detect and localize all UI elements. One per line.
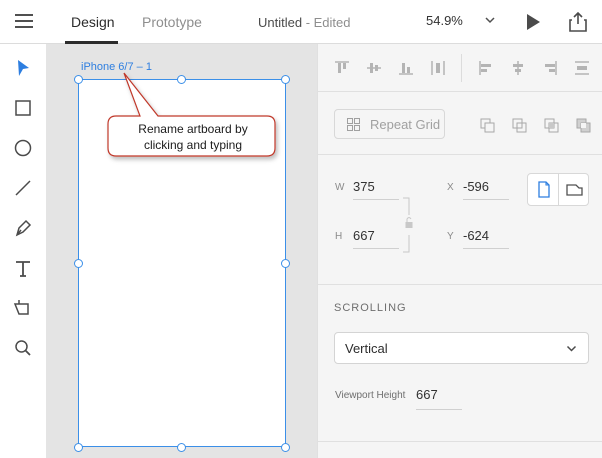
text-tool-icon[interactable] bbox=[12, 257, 34, 279]
viewport-height-label: Viewport Height bbox=[335, 390, 406, 401]
repeat-grid-button[interactable]: Repeat Grid bbox=[334, 109, 445, 139]
portrait-icon[interactable] bbox=[528, 174, 559, 205]
resize-handle-bottom-center[interactable] bbox=[177, 443, 186, 452]
boolean-add-icon[interactable] bbox=[480, 118, 496, 134]
boolean-exclude-icon[interactable] bbox=[576, 118, 592, 134]
align-toolbar bbox=[318, 44, 602, 92]
zoom-level[interactable]: 54.9% bbox=[426, 13, 463, 28]
geometry-section: W 375 H 667 X -596 Y -624 bbox=[318, 155, 602, 285]
boolean-subtract-icon[interactable] bbox=[512, 118, 528, 134]
callout-line-1: Rename artboard by bbox=[138, 122, 248, 136]
document-status: - Edited bbox=[302, 15, 351, 30]
callout-line-2: clicking and typing bbox=[143, 138, 243, 152]
viewport-height-field[interactable]: 667 bbox=[416, 387, 462, 410]
align-middle-icon[interactable] bbox=[366, 60, 382, 76]
align-center-icon[interactable] bbox=[510, 60, 526, 76]
resize-handle-middle-left[interactable] bbox=[74, 259, 83, 268]
height-label: H bbox=[335, 231, 343, 242]
select-tool-icon[interactable] bbox=[12, 57, 34, 79]
line-tool-icon[interactable] bbox=[12, 177, 34, 199]
height-field[interactable]: 667 bbox=[353, 228, 399, 249]
lock-aspect-icon[interactable] bbox=[403, 197, 415, 253]
width-label: W bbox=[335, 182, 345, 193]
align-divider bbox=[461, 54, 462, 82]
zoom-tool-icon[interactable] bbox=[12, 337, 34, 359]
tab-prototype[interactable]: Prototype bbox=[142, 14, 202, 30]
share-icon[interactable] bbox=[568, 11, 588, 33]
boolean-intersect-icon[interactable] bbox=[544, 118, 560, 134]
rectangle-tool-icon[interactable] bbox=[12, 97, 34, 119]
scrolling-heading: SCROLLING bbox=[334, 302, 407, 314]
chevron-down-icon[interactable] bbox=[484, 14, 496, 26]
y-label: Y bbox=[447, 231, 454, 242]
align-top-icon[interactable] bbox=[334, 60, 350, 76]
callout-text: Rename artboard by clicking and typing bbox=[112, 121, 274, 153]
chevron-down-icon bbox=[566, 345, 577, 352]
landscape-icon[interactable] bbox=[559, 174, 590, 205]
document-name: Untitled bbox=[258, 15, 303, 30]
tools-toolbar bbox=[0, 44, 47, 458]
play-icon[interactable] bbox=[523, 12, 543, 32]
distribute-horizontal-icon[interactable] bbox=[430, 60, 446, 76]
resize-handle-middle-right[interactable] bbox=[281, 259, 290, 268]
property-inspector: Repeat Grid W 375 H 667 X -596 Y -624 SC… bbox=[317, 44, 602, 458]
x-label: X bbox=[447, 182, 454, 193]
repeat-grid-label: Repeat Grid bbox=[370, 117, 441, 132]
ellipse-tool-icon[interactable] bbox=[12, 137, 34, 159]
y-field[interactable]: -624 bbox=[463, 228, 509, 249]
artboard-tool-icon[interactable] bbox=[12, 297, 34, 319]
hamburger-menu-icon[interactable] bbox=[15, 14, 33, 28]
scrolling-select-value: Vertical bbox=[345, 341, 388, 356]
resize-handle-top-left[interactable] bbox=[74, 75, 83, 84]
top-bar: Design Prototype Untitled - Edited 54.9% bbox=[0, 0, 602, 44]
grid-icon bbox=[347, 118, 360, 131]
pen-tool-icon[interactable] bbox=[12, 217, 34, 239]
scrolling-select[interactable]: Vertical bbox=[334, 332, 589, 364]
align-right-icon[interactable] bbox=[542, 60, 558, 76]
x-field[interactable]: -596 bbox=[463, 179, 509, 200]
tab-design[interactable]: Design bbox=[71, 14, 115, 30]
repeat-grid-row: Repeat Grid bbox=[318, 92, 602, 155]
resize-handle-bottom-right[interactable] bbox=[281, 443, 290, 452]
width-field[interactable]: 375 bbox=[353, 179, 399, 200]
document-title: Untitled - Edited bbox=[258, 15, 351, 30]
align-bottom-icon[interactable] bbox=[398, 60, 414, 76]
align-left-icon[interactable] bbox=[478, 60, 494, 76]
scrolling-section: SCROLLING Vertical Viewport Height 667 bbox=[318, 285, 602, 442]
orientation-toggle bbox=[527, 173, 589, 206]
distribute-vertical-icon[interactable] bbox=[574, 60, 590, 76]
resize-handle-bottom-left[interactable] bbox=[74, 443, 83, 452]
